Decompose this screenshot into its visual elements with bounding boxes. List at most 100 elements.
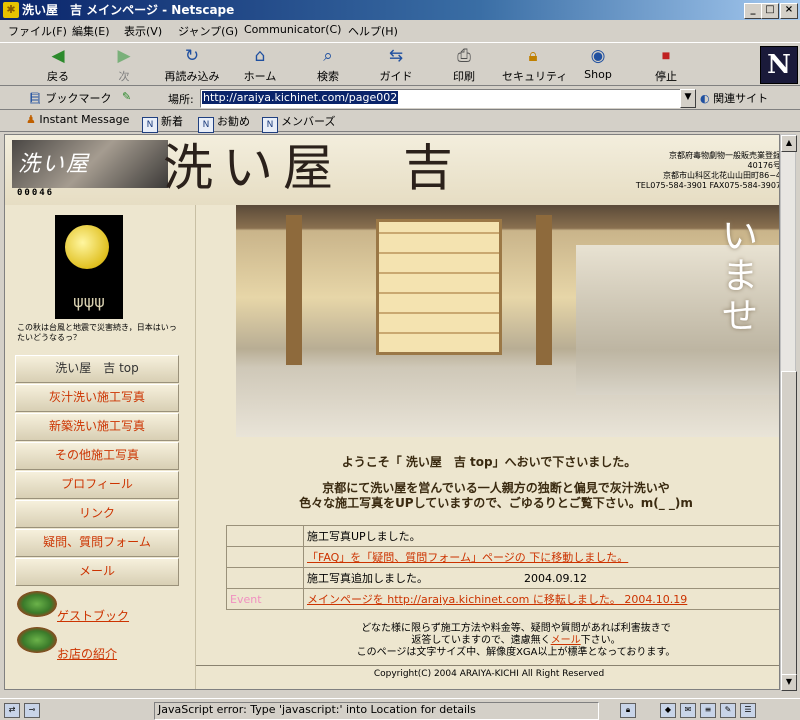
scroll-up-button[interactable]: ▲ — [781, 135, 797, 152]
menu-bar: ファイル(F) 編集(E) 表示(V) ジャンプ(G) Communicator… — [0, 20, 800, 40]
menu-help[interactable]: ヘルプ(H) — [348, 23, 398, 39]
guide-button[interactable]: ⇆ ガイド — [378, 45, 414, 85]
scroll-down-button[interactable]: ▼ — [781, 674, 797, 691]
window-title: 洗い屋 吉 メインページ - Netscape — [22, 3, 235, 17]
scrollbar-thumb[interactable] — [781, 371, 797, 679]
bookmark-page-icon: N — [198, 117, 214, 133]
bookmark-page-icon: N — [262, 117, 278, 133]
chevron-up-icon: ▲ — [785, 138, 793, 147]
chevron-down-icon: ▼ — [684, 92, 692, 102]
news-tag — [226, 567, 304, 589]
netscape-app-icon[interactable]: ✱ — [3, 2, 19, 18]
news-icon[interactable]: ≡ — [700, 703, 716, 718]
news-tag: Event — [226, 588, 304, 610]
news-link[interactable]: 「FAQ」を「疑問、質問フォーム」ページの 下に移動しました。 — [303, 546, 779, 568]
search-button[interactable]: ⌕ 検索 — [310, 45, 346, 85]
security-button[interactable]: 🔒︎ セキュリティ — [502, 45, 567, 85]
license-info: 京都府毒物劇物一般販売業登録 40176号 京都市山科区北花山山田町86−4 T… — [635, 151, 780, 190]
mail-icon[interactable]: ✉ — [680, 703, 696, 718]
close-button[interactable]: × — [780, 3, 798, 19]
composer-icon[interactable]: ✎ — [720, 703, 736, 718]
moon-icon — [65, 225, 109, 269]
search-icon: ⌕ — [323, 46, 333, 66]
mail-link[interactable]: メール — [551, 635, 581, 646]
shop-button[interactable]: ◉ Shop — [580, 45, 616, 85]
person-icon: ♟ — [26, 113, 40, 126]
location-url-input[interactable]: http://araiya.kichinet.com/page002 — [200, 89, 682, 108]
nav-links[interactable]: リンク — [15, 500, 179, 528]
location-url-text: http://araiya.kichinet.com/page002 — [202, 91, 399, 104]
netscape-logo[interactable]: N — [760, 46, 798, 84]
connection-icon: ⇄ — [4, 703, 20, 718]
teacup-icon — [17, 627, 57, 653]
nav-new-build-photos[interactable]: 新築洗い施工写真 — [15, 413, 179, 441]
back-arrow-icon: ◀ — [51, 46, 65, 66]
menu-file[interactable]: ファイル(F) — [8, 23, 67, 39]
news-date: 2004.09.12 — [524, 572, 587, 585]
nav-top[interactable]: 洗い屋 吉 top — [15, 355, 179, 383]
menu-edit[interactable]: 編集(E) — [72, 23, 110, 39]
bookmark-page-icon: N — [142, 117, 158, 133]
home-button[interactable]: ⌂ ホーム — [240, 45, 280, 85]
maximize-button[interactable]: □ — [761, 3, 779, 19]
instant-message-button[interactable]: ♟ Instant Message — [26, 113, 129, 126]
page-proxy-icon[interactable]: ✎ — [122, 90, 131, 103]
menu-go[interactable]: ジャンプ(G) — [178, 23, 238, 39]
table-row: 施工写真追加しました。 2004.09.12 — [226, 567, 779, 589]
site-title: 洗い屋 吉 — [163, 139, 463, 197]
padlock-icon: 🔒︎ — [528, 46, 538, 66]
news-text: 施工写真追加しました。 2004.09.12 — [303, 567, 779, 589]
print-button[interactable]: ⎙ 印刷 — [446, 45, 482, 85]
minimize-button[interactable]: _ — [744, 3, 762, 19]
related-sites-icon: ◐ — [700, 92, 714, 105]
bookmarks-button[interactable]: 📘︎ ブックマーク — [28, 90, 111, 106]
nav-mail[interactable]: メール — [15, 558, 179, 586]
nav-other-photos[interactable]: その他施工写真 — [15, 442, 179, 470]
stop-button[interactable]: ⏹︎ 停止 — [648, 45, 684, 85]
pampas-grass-icon: ψψψ — [73, 292, 105, 311]
back-button[interactable]: ◀ 戻る — [40, 45, 76, 85]
guide-signpost-icon: ⇆ — [388, 46, 404, 66]
photo-caption-text: いませ — [722, 216, 759, 337]
nav-profile[interactable]: プロフィール — [15, 471, 179, 499]
nav-question-form[interactable]: 疑問、質問フォーム — [15, 529, 179, 557]
teacup-icon — [17, 591, 57, 617]
intro-text: 京都にて洗い屋を営んでいる一人親方の独断と偏見で灰汁洗いや 色々な施工写真をUP… — [299, 481, 693, 510]
security-status-icon[interactable]: 🔒︎ — [620, 703, 636, 718]
members-button[interactable]: N メンバーズ — [262, 113, 335, 133]
table-row: 「FAQ」を「疑問、質問フォーム」ページの 下に移動しました。 — [226, 546, 779, 568]
recommend-button[interactable]: N お勧め — [198, 113, 250, 133]
menu-view[interactable]: 表示(V) — [124, 23, 162, 39]
moon-image: ψψψ — [55, 215, 123, 319]
site-logo-image: 洗い屋 — [12, 140, 168, 188]
main-pane: いませ ようこそ「 洗い屋 吉 top」へおいで下さいました。 京都にて洗い屋を… — [195, 205, 779, 689]
navigator-icon[interactable]: ◆ — [660, 703, 676, 718]
url-dropdown-button[interactable]: ▼ — [680, 89, 696, 108]
reload-button[interactable]: ↻ 再読み込み — [160, 45, 224, 85]
title-bar: ✱ 洗い屋 吉 メインページ - Netscape _ □ × — [0, 0, 800, 20]
table-row: Event メインページを http://araiya.kichinet.com… — [226, 588, 779, 610]
menu-communicator[interactable]: Communicator(C) — [244, 23, 341, 36]
shop-intro-link[interactable]: お店の紹介 — [57, 645, 117, 662]
location-label: 場所: — [168, 93, 194, 106]
news-link[interactable]: メインページを http://araiya.kichinet.com に移転しま… — [303, 588, 779, 610]
bookmark-icon: 📘︎ — [28, 92, 46, 105]
visitor-counter: 00046 — [17, 188, 55, 198]
home-icon: ⌂ — [254, 46, 266, 66]
reload-icon: ↻ — [184, 46, 200, 66]
status-message: JavaScript error: Type 'javascript:' int… — [154, 702, 599, 720]
entrance-photo: いませ — [236, 205, 779, 437]
related-sites-button[interactable]: ◐ 関連サイト — [700, 90, 768, 106]
navigation-toolbar: ◀ 戻る ▶ 次 ↻ 再読み込み ⌂ ホーム ⌕ 検索 ⇆ ガイド ⎙ 印刷 🔒… — [0, 42, 800, 86]
news-tag — [226, 546, 304, 568]
forward-button[interactable]: ▶ 次 — [106, 45, 142, 85]
vertical-scrollbar[interactable]: ▲ ▼ — [780, 134, 797, 691]
new-button[interactable]: N 新着 — [142, 113, 183, 133]
nav-aku-arai-photos[interactable]: 灰汁洗い施工写真 — [15, 384, 179, 412]
copyright-text: Copyright(C) 2004 ARAIYA-KICHI All Right… — [196, 665, 779, 679]
chevron-down-icon: ▼ — [785, 677, 793, 686]
web-page-content: 洗い屋 00046 洗い屋 吉 京都府毒物劇物一般販売業登録 40176号 京都… — [4, 134, 780, 690]
welcome-heading: ようこそ「 洗い屋 吉 top」へおいで下さいました。 — [341, 455, 637, 469]
address-book-icon[interactable]: ☰ — [740, 703, 756, 718]
guestbook-link[interactable]: ゲストブック — [57, 607, 129, 624]
